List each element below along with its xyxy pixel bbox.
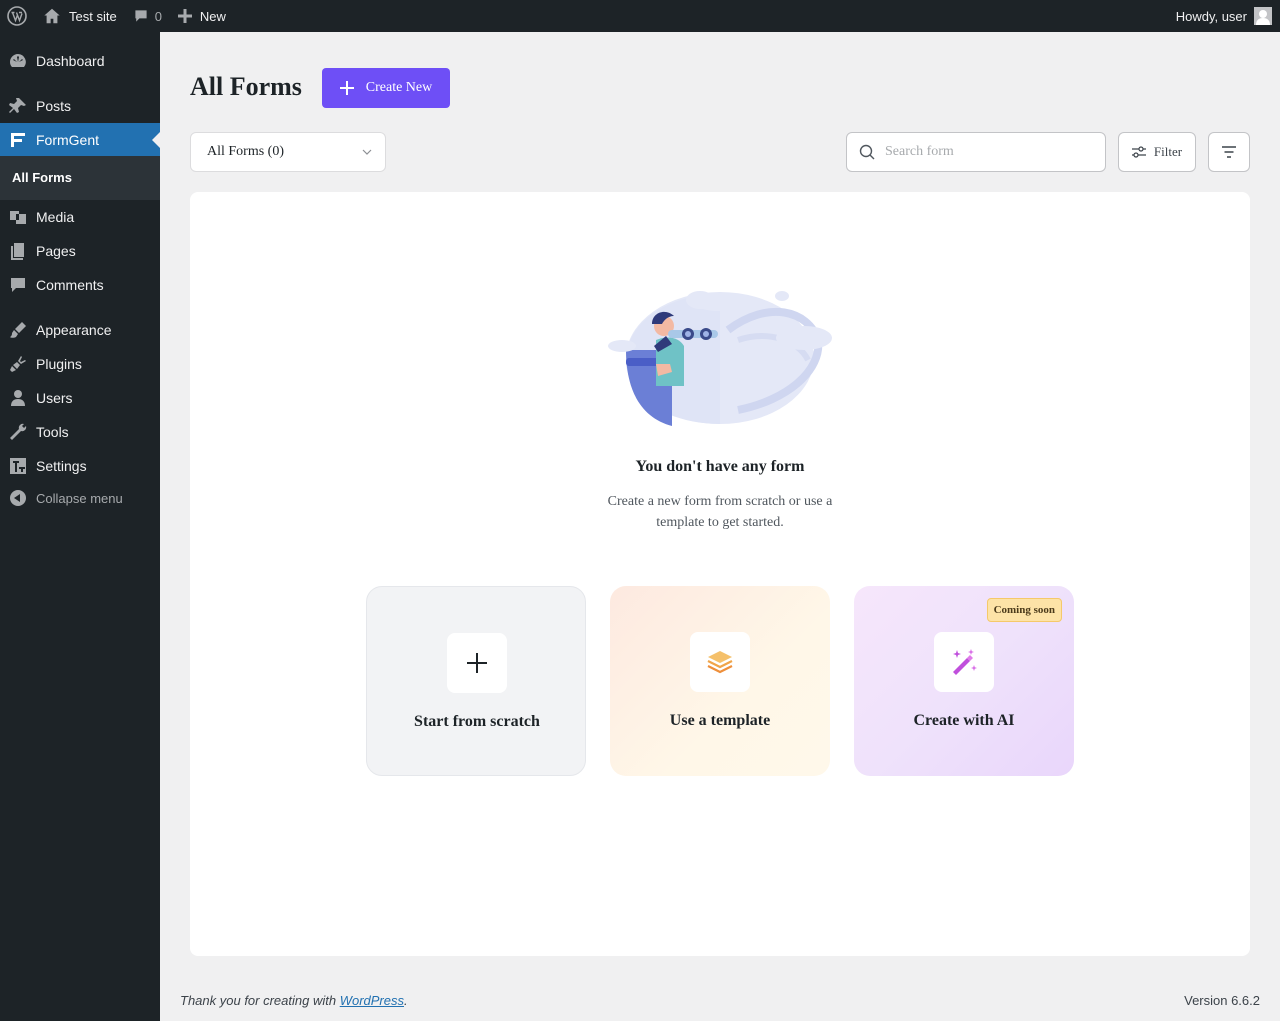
site-name-link[interactable]: Test site [35, 0, 125, 32]
sidebar-item-appearance[interactable]: Appearance [0, 313, 160, 347]
wordpress-link[interactable]: WordPress [340, 993, 404, 1008]
comment-icon [135, 10, 147, 22]
main-content: All Forms Create New All Forms (0) Filte… [160, 32, 1280, 1021]
footer-period: . [404, 993, 408, 1008]
forms-panel: You don't have any form Create a new for… [190, 192, 1250, 956]
wrench-icon [0, 422, 36, 442]
start-from-scratch-card[interactable]: Start from scratch [366, 586, 586, 776]
sidebar-item-posts[interactable]: Posts [0, 89, 160, 123]
plug-icon [0, 354, 36, 374]
user-icon [0, 388, 36, 408]
collapse-icon [0, 489, 36, 507]
sidebar-item-pages[interactable]: Pages [0, 234, 160, 268]
sidebar-item-label: Settings [36, 458, 87, 474]
card-label: Use a template [669, 712, 771, 729]
filter-button[interactable]: Filter [1118, 132, 1196, 172]
settings-icon [0, 456, 36, 476]
sidebar-item-users[interactable]: Users [0, 381, 160, 415]
filter-label: Filter [1153, 144, 1183, 159]
comment-icon [0, 275, 36, 295]
footer-thanks: Thank you for creating with WordPress. [180, 993, 408, 1008]
empty-state-title: You don't have any form [635, 458, 805, 475]
sliders-icon [1131, 146, 1146, 158]
formgent-icon [0, 131, 36, 149]
howdy-label: Howdy, user [1175, 8, 1247, 24]
collapse-menu-label: Collapse menu [36, 490, 123, 506]
sidebar-item-tools[interactable]: Tools [0, 415, 160, 449]
form-status-select[interactable]: All Forms (0) [190, 132, 386, 172]
create-new-button[interactable]: Create New [322, 68, 450, 108]
sort-lines-icon [1222, 146, 1236, 158]
sidebar-item-settings[interactable]: Settings [0, 449, 160, 483]
create-with-ai-card[interactable]: Coming soon Create with AI [854, 586, 1074, 776]
sidebar-item-media[interactable]: Media [0, 200, 160, 234]
magic-wand-icon [934, 632, 994, 692]
footer-thanks-text: Thank you for creating with [180, 993, 337, 1008]
sidebar-item-label: Comments [36, 277, 104, 293]
collapse-menu-button[interactable]: Collapse menu [0, 481, 160, 515]
plus-icon [177, 9, 192, 23]
submenu-item-all-forms[interactable]: All Forms [12, 170, 72, 185]
layers-icon [690, 632, 750, 692]
page-title: All Forms [190, 72, 302, 101]
comments-count: 0 [154, 8, 162, 24]
sidebar-item-label: Posts [36, 98, 72, 114]
plus-icon [339, 81, 354, 95]
wordpress-logo-icon[interactable] [0, 0, 35, 32]
home-icon [44, 8, 60, 24]
card-label: Create with AI [913, 712, 1015, 729]
plus-icon [447, 633, 507, 693]
card-label: Start from scratch [414, 713, 540, 730]
sidebar-item-formgent[interactable]: FormGent [0, 123, 160, 157]
search-box [846, 132, 1106, 172]
binoculars-illustration-icon [608, 291, 832, 426]
sidebar-item-label: Pages [36, 243, 76, 259]
sidebar-item-comments[interactable]: Comments [0, 268, 160, 302]
sort-button[interactable] [1208, 132, 1250, 172]
new-label: New [199, 8, 226, 24]
formgent-submenu: All Forms [0, 156, 160, 200]
new-content-link[interactable]: New [170, 0, 234, 32]
footer-version: Version 6.6.2 [1184, 993, 1260, 1008]
sidebar-item-label: Plugins [36, 356, 82, 372]
media-icon [0, 207, 36, 227]
sidebar-item-label: Users [36, 390, 73, 406]
pin-icon [0, 96, 36, 116]
use-template-card[interactable]: Use a template [610, 586, 830, 776]
sidebar-item-label: Media [36, 209, 75, 225]
dashboard-icon [0, 51, 36, 71]
admin-bar: Test site 0 New Howdy, user [0, 0, 1280, 32]
search-input[interactable] [885, 144, 1095, 160]
empty-state-description: Create a new form from scratch or use a … [607, 494, 833, 530]
avatar [1254, 7, 1272, 25]
comments-link[interactable]: 0 [125, 0, 170, 32]
site-name-label: Test site [69, 8, 117, 24]
sidebar-item-label: Dashboard [36, 53, 105, 69]
coming-soon-badge: Coming soon [986, 598, 1062, 622]
admin-sidebar: Dashboard Posts FormGent All Forms Media… [0, 32, 160, 1021]
my-account-link[interactable]: Howdy, user [1176, 0, 1272, 32]
sidebar-item-label: Tools [36, 424, 69, 440]
chevron-down-icon [362, 149, 372, 155]
sidebar-item-dashboard[interactable]: Dashboard [0, 44, 160, 78]
create-new-label: Create New [365, 80, 433, 95]
sidebar-item-label: FormGent [36, 132, 100, 148]
brush-icon [0, 320, 36, 340]
sidebar-item-plugins[interactable]: Plugins [0, 347, 160, 381]
search-icon [859, 144, 875, 160]
sidebar-item-label: Appearance [36, 322, 112, 338]
form-status-value: All Forms (0) [207, 144, 284, 159]
pages-icon [0, 241, 36, 261]
